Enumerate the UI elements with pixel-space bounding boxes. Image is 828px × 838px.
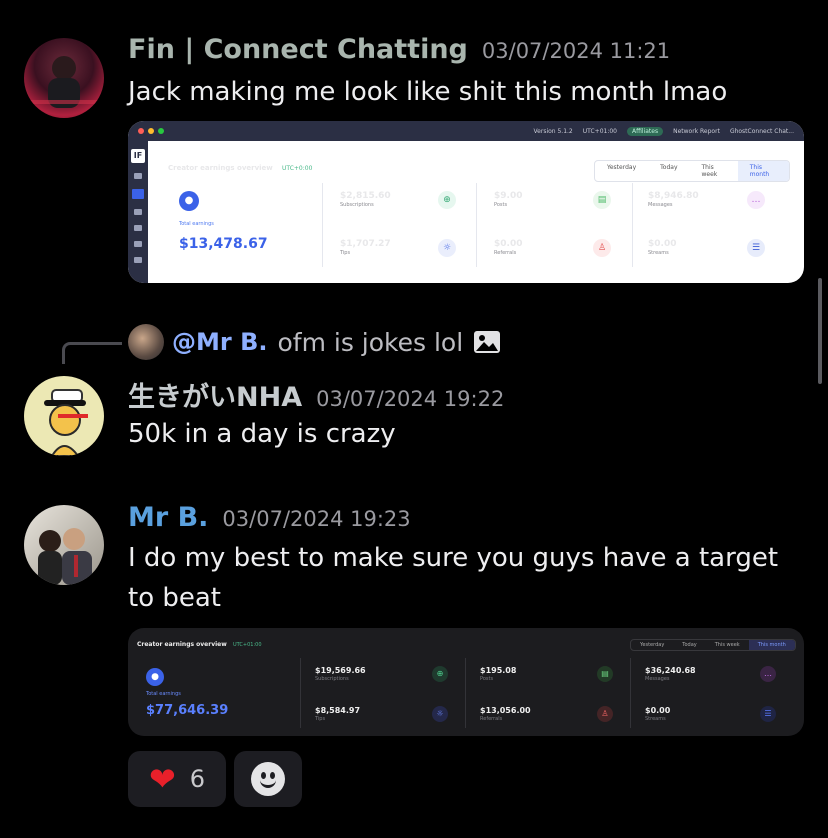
panel-title: Creator earnings overview xyxy=(168,164,273,172)
message-text: Jack making me look like shit this month… xyxy=(128,77,728,107)
author-name[interactable]: Fin | Connect Chatting xyxy=(128,34,468,65)
mrb-avatar[interactable] xyxy=(24,505,104,585)
tab-yesterday: Yesterday xyxy=(640,642,665,648)
nha-avatar[interactable] xyxy=(24,376,104,456)
panel-timezone: UTC+01:00 xyxy=(233,642,262,648)
image-attachment[interactable]: Version 5.1.2 UTC+01:00 Affiliates Netwo… xyxy=(128,121,804,283)
reaction-count: 6 xyxy=(189,765,206,793)
panel-timezone: UTC+0:00 xyxy=(282,165,313,172)
posts-icon: ▤ xyxy=(593,191,611,209)
message-header: Mr B. 03/07/2024 19:23 xyxy=(128,502,411,533)
inbox-icon xyxy=(134,241,142,247)
chart-icon xyxy=(134,225,142,231)
window-titlebar: Version 5.1.2 UTC+01:00 Affiliates Netwo… xyxy=(128,121,804,141)
divider xyxy=(465,658,466,728)
earnings-logo-icon: ● xyxy=(179,191,199,211)
stat-messages: $8,946.80 Messages xyxy=(648,191,699,208)
image-attachment[interactable]: Creator earnings overview UTC+01:00 Yest… xyxy=(128,628,804,736)
divider xyxy=(630,658,631,728)
stat-subscriptions: $19,569.66 Subscriptions xyxy=(315,666,366,682)
messages-icon: … xyxy=(747,191,765,209)
stat-streams: $0.00 Streams xyxy=(648,239,677,256)
tips-icon: ☼ xyxy=(432,706,448,722)
reply-connector xyxy=(62,342,122,364)
account-text: GhostConnect Chat... xyxy=(729,127,794,135)
reply-text: ofm is jokes lol xyxy=(277,327,464,357)
total-earnings-label: Total earnings xyxy=(146,691,181,697)
total-earnings-value: $77,646.39 xyxy=(146,703,229,718)
tz-text: UTC+01:00 xyxy=(582,127,617,135)
stat-tips: $8,584.97 Tips xyxy=(315,706,361,722)
divider xyxy=(476,183,477,267)
tab-this-week: This week xyxy=(714,642,740,648)
divider xyxy=(632,183,633,267)
app-sidebar: IF xyxy=(128,141,148,283)
panel-title: Creator earnings overview xyxy=(137,641,227,648)
tab-today: Today xyxy=(682,642,697,648)
timestamp: 03/07/2024 19:22 xyxy=(316,387,505,411)
timestamp: 03/07/2024 19:23 xyxy=(222,507,411,531)
message-header: 生きがいNHA 03/07/2024 19:22 xyxy=(128,375,504,414)
add-reaction-icon xyxy=(251,762,285,796)
messages-icon: … xyxy=(760,666,776,682)
author-name[interactable]: 生きがいNHA xyxy=(128,375,302,414)
streams-icon: ☰ xyxy=(747,239,765,257)
scrollbar[interactable] xyxy=(818,278,822,384)
author-name[interactable]: Mr B. xyxy=(128,502,208,533)
referrals-icon: ♙ xyxy=(593,239,611,257)
affiliates-badge: Affiliates xyxy=(626,126,664,136)
earnings-panel: Creator earnings overview UTC+0:00 Yeste… xyxy=(156,147,790,275)
total-earnings-label: Total earnings xyxy=(179,221,214,227)
home-icon xyxy=(132,189,144,199)
divider xyxy=(300,658,301,728)
subscriptions-icon: ⊕ xyxy=(438,191,456,209)
stat-tips: $1,707.27 Tips xyxy=(340,239,391,256)
reaction-heart[interactable]: ❤ 6 xyxy=(128,751,226,807)
tab-this-month: This month xyxy=(748,640,795,650)
share-icon xyxy=(134,257,142,263)
stat-messages: $36,240.68 Messages xyxy=(645,666,696,682)
streams-icon: ☰ xyxy=(760,706,776,722)
message-text: 50k in a day is crazy xyxy=(128,419,396,449)
stat-referrals: $13,056.00 Referrals xyxy=(480,706,531,722)
earnings-logo-icon: ● xyxy=(146,668,164,686)
mrb-mini-avatar xyxy=(128,324,164,360)
stat-streams: $0.00 Streams xyxy=(645,706,671,722)
network-report-text: Network Report xyxy=(673,127,720,135)
heart-icon: ❤ xyxy=(148,760,176,798)
period-tabs: Yesterday Today This week This month xyxy=(630,639,796,651)
tab-this-month: This month xyxy=(737,161,789,181)
version-text: Version 5.1.2 xyxy=(533,127,573,135)
reply-mention[interactable]: @Mr B. xyxy=(172,328,267,356)
timestamp: 03/07/2024 11:21 xyxy=(481,39,671,63)
add-reaction-button[interactable] xyxy=(234,751,302,807)
stat-referrals: $0.00 Referrals xyxy=(494,239,523,256)
reply-reference[interactable]: @Mr B. ofm is jokes lol xyxy=(128,324,501,360)
message-text: I do my best to make sure you guys have … xyxy=(128,543,779,613)
divider xyxy=(322,183,323,267)
fin-avatar[interactable] xyxy=(24,38,104,118)
stat-posts: $195.08 Posts xyxy=(480,666,517,682)
app-logo-icon: IF xyxy=(131,149,145,163)
chat-view: Fin | Connect Chatting 03/07/2024 11:21 … xyxy=(0,0,828,838)
tips-icon: ☼ xyxy=(438,239,456,257)
posts-icon: ▤ xyxy=(597,666,613,682)
menu-icon xyxy=(134,173,142,179)
total-earnings-value: $13,478.67 xyxy=(179,236,268,252)
stat-subscriptions: $2,815.60 Subscriptions xyxy=(340,191,391,208)
tag-icon xyxy=(134,209,142,215)
image-icon xyxy=(474,331,501,353)
subscriptions-icon: ⊕ xyxy=(432,666,448,682)
tab-this-week: This week xyxy=(701,164,718,178)
referrals-icon: ♙ xyxy=(597,706,613,722)
stat-posts: $9.00 Posts xyxy=(494,191,523,208)
tab-today: Today xyxy=(660,164,678,171)
period-tabs: Yesterday Today This week This month xyxy=(594,160,790,182)
tab-yesterday: Yesterday xyxy=(607,164,637,171)
message-header: Fin | Connect Chatting 03/07/2024 11:21 xyxy=(128,34,670,65)
